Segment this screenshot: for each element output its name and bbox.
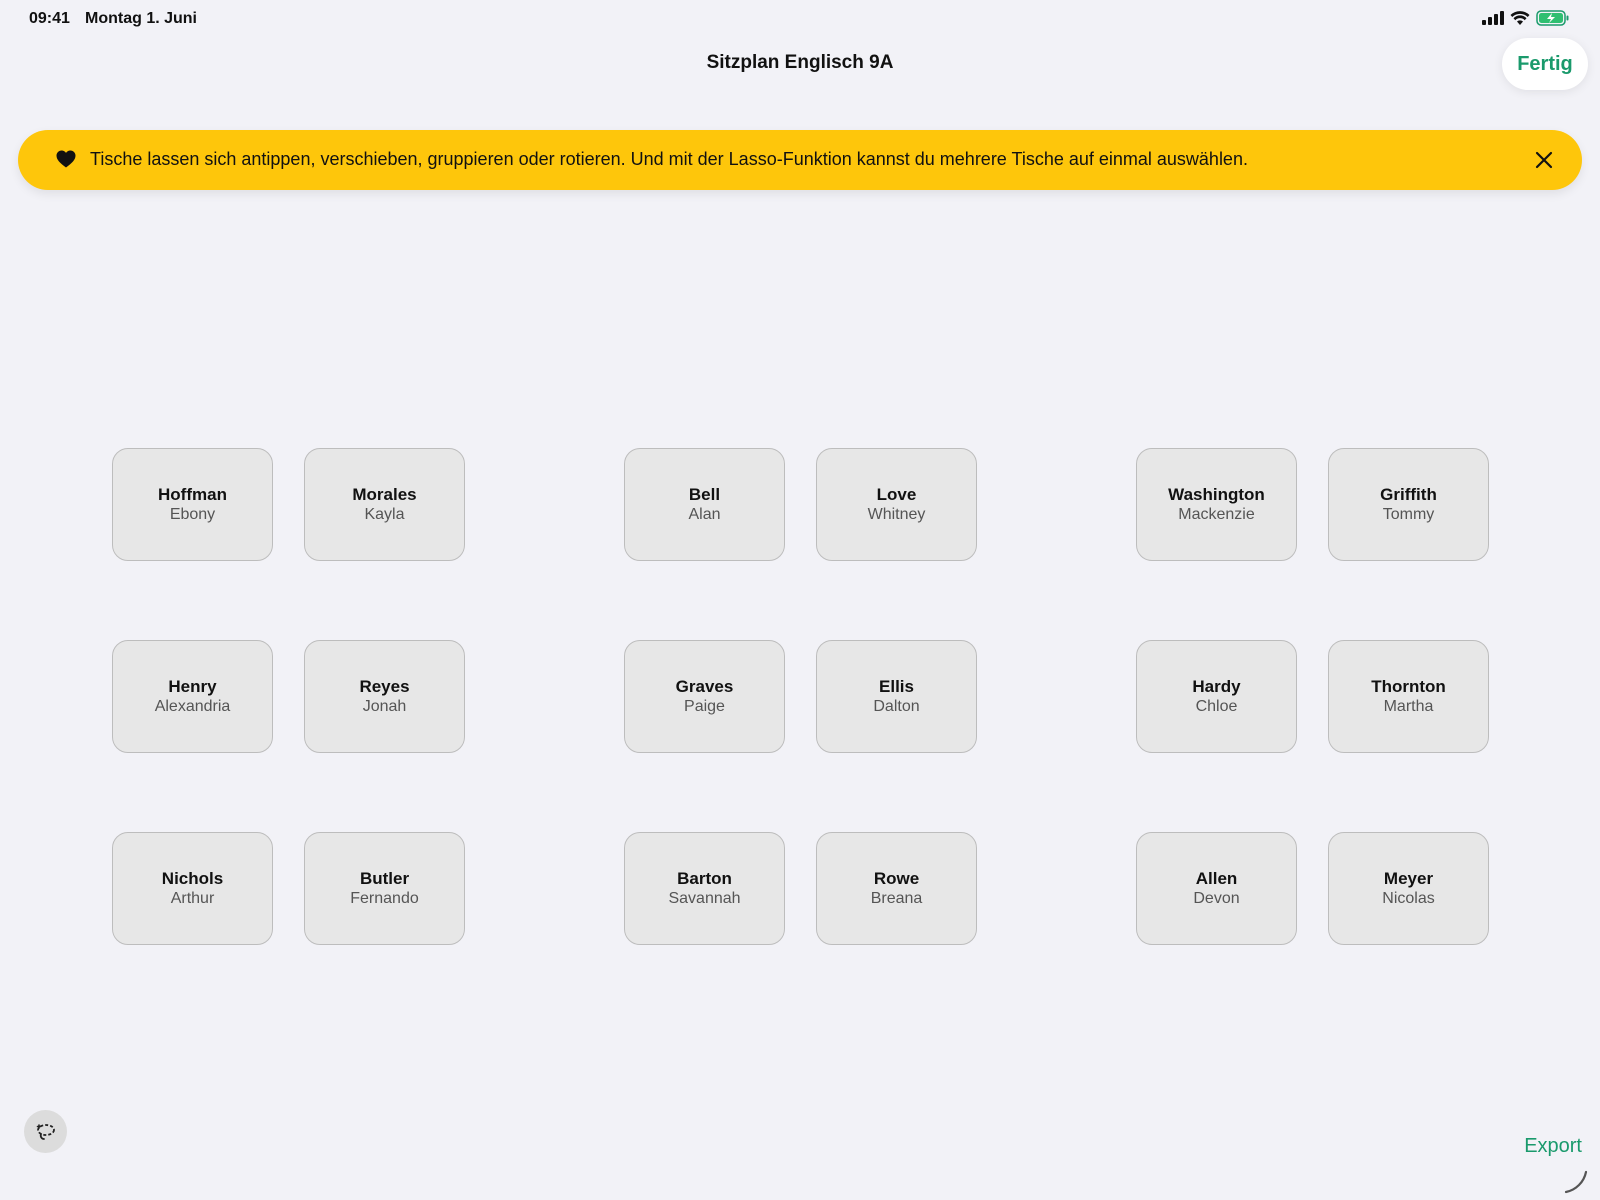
- desk-last-name: Bell: [688, 484, 721, 504]
- desk-last-name: Ellis: [879, 676, 914, 696]
- desk-last-name: Hardy: [1192, 676, 1241, 696]
- desk-last-name: Love: [876, 484, 917, 504]
- desk-last-name: Reyes: [359, 676, 410, 696]
- desk-last-name: Washington: [1168, 484, 1265, 504]
- desk[interactable]: Reyes Jonah: [304, 640, 465, 753]
- export-button[interactable]: Export: [1524, 1135, 1582, 1158]
- desk-last-name: Barton: [677, 868, 732, 888]
- desk[interactable]: Hardy Chloe: [1136, 640, 1297, 753]
- desk-last-name: Henry: [168, 676, 217, 696]
- lasso-button[interactable]: [24, 1110, 67, 1153]
- desk-first-name: Mackenzie: [1178, 505, 1255, 523]
- desk[interactable]: Allen Devon: [1136, 832, 1297, 945]
- desk-last-name: Butler: [359, 868, 410, 888]
- wifi-icon: [1510, 10, 1530, 25]
- desk-first-name: Savannah: [668, 889, 741, 907]
- desk-last-name: Nichols: [161, 868, 224, 888]
- cellular-signal-icon: [1482, 11, 1504, 25]
- desk-first-name: Martha: [1383, 697, 1434, 715]
- desk-last-name: Allen: [1195, 868, 1238, 888]
- desk-first-name: Jonah: [362, 697, 407, 715]
- desk-last-name: Rowe: [873, 868, 920, 888]
- desk[interactable]: Henry Alexandria: [112, 640, 273, 753]
- desk[interactable]: Ellis Dalton: [816, 640, 977, 753]
- desk[interactable]: Morales Kayla: [304, 448, 465, 561]
- desk-first-name: Breana: [870, 889, 923, 907]
- status-date: Montag 1. Juni: [85, 10, 197, 27]
- desk[interactable]: Nichols Arthur: [112, 832, 273, 945]
- desk-first-name: Tommy: [1382, 505, 1435, 523]
- desk-last-name: Morales: [352, 484, 417, 504]
- resize-corner-icon: [1564, 1170, 1588, 1194]
- status-icons: [1482, 10, 1570, 26]
- desk-last-name: Hoffman: [158, 484, 227, 504]
- desk[interactable]: Hoffman Ebony: [112, 448, 273, 561]
- desk[interactable]: Thornton Martha: [1328, 640, 1489, 753]
- desk-first-name: Alan: [688, 505, 721, 523]
- banner-text: Tische lassen sich antippen, verschieben…: [90, 149, 1248, 169]
- desk[interactable]: Griffith Tommy: [1328, 448, 1489, 561]
- desk-first-name: Fernando: [350, 889, 419, 907]
- page-title: Sitzplan Englisch 9A: [706, 52, 894, 73]
- status-time: 09:41: [29, 10, 70, 27]
- desk-first-name: Devon: [1193, 889, 1240, 907]
- seating-plan-screen: 09:41 Montag 1. Juni Sitzplan Englisch 9…: [0, 0, 1600, 1200]
- desk-first-name: Dalton: [873, 697, 920, 715]
- desk[interactable]: Meyer Nicolas: [1328, 832, 1489, 945]
- desk-first-name: Whitney: [867, 505, 926, 523]
- desk[interactable]: Love Whitney: [816, 448, 977, 561]
- banner-close-button[interactable]: [1528, 144, 1560, 176]
- desk-last-name: Thornton: [1371, 676, 1446, 696]
- lasso-icon: [36, 1123, 55, 1140]
- desk[interactable]: Bell Alan: [624, 448, 785, 561]
- desk-first-name: Arthur: [170, 889, 215, 907]
- desk-first-name: Alexandria: [154, 697, 231, 715]
- desk-first-name: Chloe: [1195, 697, 1238, 715]
- desk-first-name: Ebony: [169, 505, 216, 523]
- desk-first-name: Paige: [684, 697, 725, 715]
- desk[interactable]: Rowe Breana: [816, 832, 977, 945]
- desk-last-name: Griffith: [1380, 484, 1437, 504]
- desk-first-name: Nicolas: [1382, 889, 1435, 907]
- desk[interactable]: Graves Paige: [624, 640, 785, 753]
- done-button[interactable]: Fertig: [1502, 38, 1588, 90]
- heart-icon: [56, 150, 76, 168]
- battery-charging-icon: [1536, 10, 1569, 26]
- tip-banner: Tische lassen sich antippen, verschieben…: [18, 130, 1582, 190]
- desk[interactable]: Washington Mackenzie: [1136, 448, 1297, 561]
- desk[interactable]: Butler Fernando: [304, 832, 465, 945]
- desk-last-name: Graves: [675, 676, 734, 696]
- desk[interactable]: Barton Savannah: [624, 832, 785, 945]
- close-icon: [1535, 151, 1553, 169]
- desk-last-name: Meyer: [1383, 868, 1434, 888]
- status-bar: 09:41 Montag 1. Juni: [0, 0, 1600, 36]
- desk-first-name: Kayla: [364, 505, 405, 523]
